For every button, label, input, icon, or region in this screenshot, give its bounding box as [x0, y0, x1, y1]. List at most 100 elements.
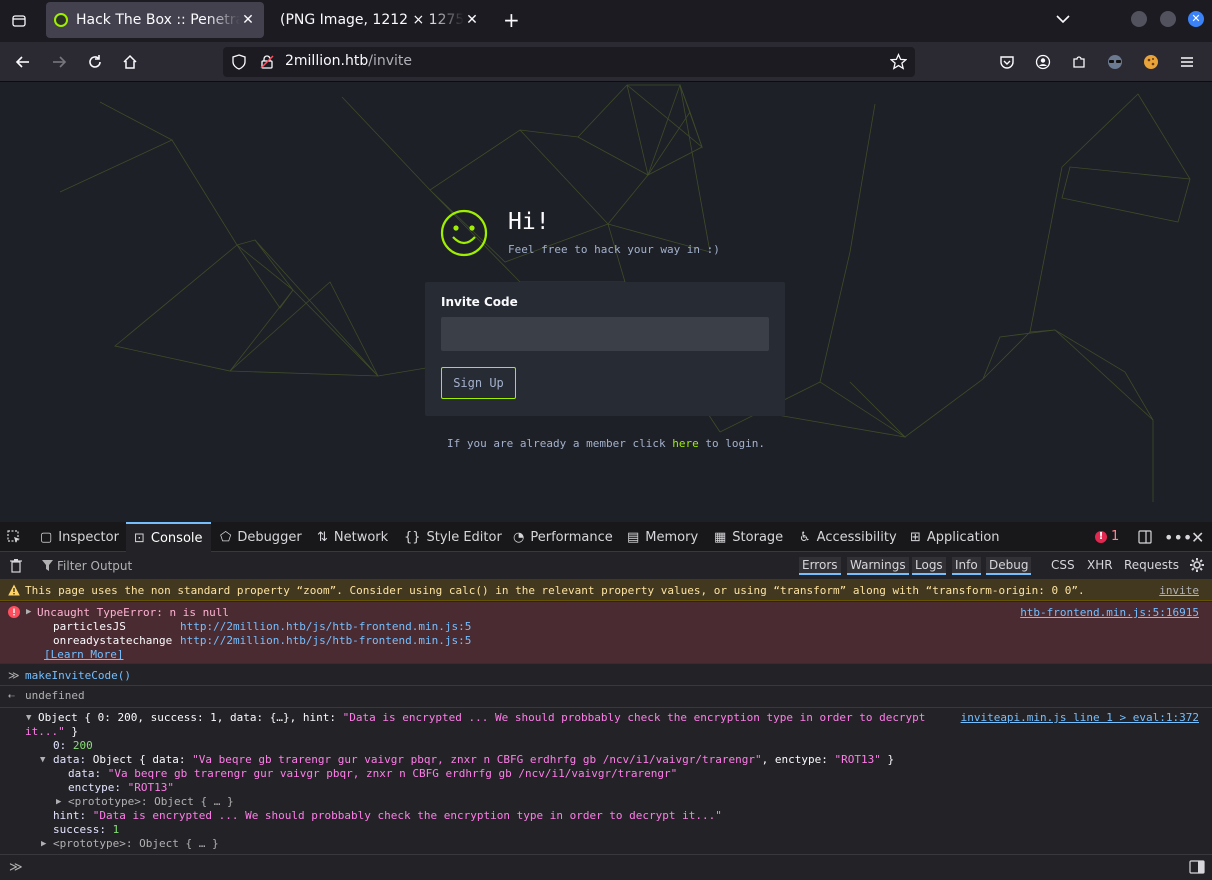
responsive-design-icon[interactable]: [1137, 522, 1153, 552]
tab-label: Storage: [732, 529, 784, 545]
collapse-triangle-icon[interactable]: ▼: [40, 755, 45, 765]
url-bar[interactable]: 2million.htb/invite: [223, 47, 915, 77]
application-icon: ⊞: [910, 529, 921, 545]
prop-enctype: enctype: "ROT13": [68, 781, 174, 794]
cookie-extension-icon[interactable]: [1139, 50, 1163, 74]
tab-console[interactable]: ⊡ Console: [126, 522, 211, 552]
collapse-triangle-icon[interactable]: ▼: [26, 713, 31, 723]
menu-icon[interactable]: [1175, 50, 1199, 74]
extensions-icon[interactable]: [1067, 50, 1091, 74]
invite-form: Invite Code Sign Up: [425, 282, 785, 416]
tab-application[interactable]: ⊞ Application: [910, 522, 1000, 552]
greeting-heading: Hi!: [508, 209, 550, 235]
performance-icon: ◔: [513, 529, 525, 545]
tab-strip: Hack The Box :: Penetration Testing Labs…: [0, 0, 1212, 42]
pocket-icon[interactable]: [995, 50, 1019, 74]
stack-frame-url[interactable]: http://2million.htb/js/htb-frontend.min.…: [180, 634, 471, 647]
filter-xhr[interactable]: XHR: [1087, 558, 1113, 572]
memory-icon: ▤: [627, 529, 640, 545]
warning-source-link[interactable]: invite: [1159, 584, 1199, 597]
console-error: ▶ Uncaught TypeError: n is null htb-fron…: [0, 602, 1212, 664]
back-icon[interactable]: [11, 50, 35, 74]
tab-performance[interactable]: ◔ Performance: [513, 522, 613, 552]
bookmark-star-icon[interactable]: [889, 53, 908, 74]
devtools-tabs: ▢ Inspector ⊡ Console ⬠ Debugger ⇅ Network {…: [0, 522, 1212, 552]
prop-prototype[interactable]: <prototype>: Object { … }: [68, 795, 234, 808]
tab-png-image[interactable]: (PNG Image, 1212 × 1275 pixels) ✕: [272, 2, 488, 38]
stack-frame-url[interactable]: http://2million.htb/js/htb-frontend.min.…: [180, 620, 471, 633]
url-text[interactable]: 2million.htb/invite: [285, 53, 412, 69]
htb-favicon-icon: [54, 13, 68, 27]
learn-more-link[interactable]: [Learn More]: [44, 648, 123, 661]
tab-label: Debugger: [237, 529, 302, 545]
sign-up-button[interactable]: Sign Up: [441, 367, 516, 399]
editor-mode-icon[interactable]: [1189, 860, 1205, 878]
gear-icon[interactable]: [1189, 557, 1205, 577]
close-devtools-icon[interactable]: ✕: [1191, 522, 1204, 552]
filter-errors[interactable]: Errors: [799, 557, 841, 575]
tab-title: (PNG Image, 1212 × 1275 pixels): [280, 12, 464, 28]
tab-hack-the-box[interactable]: Hack The Box :: Penetration Testing Labs…: [46, 2, 264, 38]
tab-memory[interactable]: ▤ Memory: [627, 522, 698, 552]
stack-frame-fn: onreadystatechange: [53, 634, 173, 647]
tab-storage[interactable]: ▦ Storage: [714, 522, 783, 552]
forward-icon[interactable]: [47, 50, 71, 74]
expand-triangle-icon[interactable]: ▶: [56, 797, 61, 807]
home-icon[interactable]: [118, 50, 142, 74]
tab-label: Console: [150, 530, 203, 546]
return-arrow-icon: ⇠: [8, 689, 15, 702]
tab-debugger[interactable]: ⬠ Debugger: [220, 522, 302, 552]
style-editor-icon: {}: [404, 529, 421, 545]
maximize-window-button[interactable]: [1160, 11, 1176, 27]
filter-icon: [42, 560, 53, 575]
chevron-down-icon[interactable]: [1054, 10, 1072, 32]
tab-inspector[interactable]: ▢ Inspector: [40, 522, 119, 552]
filter-logs[interactable]: Logs: [912, 557, 946, 575]
filter-info[interactable]: Info: [952, 557, 981, 575]
account-icon[interactable]: [1031, 50, 1055, 74]
prop-prototype[interactable]: <prototype>: Object { … }: [53, 837, 219, 850]
more-options-icon[interactable]: •••: [1164, 522, 1192, 552]
error-count: 1: [1111, 529, 1120, 544]
tagline: Feel free to hack your way in :): [508, 243, 720, 256]
filter-debug[interactable]: Debug: [986, 557, 1032, 575]
expand-triangle-icon[interactable]: ▶: [26, 607, 31, 617]
invite-code-label: Invite Code: [441, 295, 518, 309]
warning-icon: [8, 584, 20, 599]
hacker-extension-icon[interactable]: [1103, 50, 1127, 74]
warning-text: This page uses the non standard property…: [25, 584, 1085, 597]
error-source-link[interactable]: htb-frontend.min.js:5:16915: [1020, 606, 1199, 619]
login-prompt: If you are already a member click here t…: [0, 437, 1212, 450]
tab-overview-icon[interactable]: [6, 8, 32, 34]
filter-output-input[interactable]: Filter Output: [57, 559, 132, 573]
minimize-window-button[interactable]: [1131, 11, 1147, 27]
prop-zero: 0: 200: [53, 739, 93, 752]
trash-icon[interactable]: [9, 558, 23, 577]
filter-css[interactable]: CSS: [1051, 558, 1075, 572]
shield-icon[interactable]: [231, 54, 247, 74]
tab-label: Application: [926, 529, 1000, 545]
expand-triangle-icon[interactable]: ▶: [41, 839, 46, 849]
close-tab-icon[interactable]: ✕: [464, 12, 480, 28]
login-link[interactable]: here: [672, 437, 699, 450]
invite-code-input[interactable]: [441, 317, 769, 351]
error-icon: [8, 606, 20, 621]
result-source-link[interactable]: inviteapi.min.js line 1 > eval:1:372: [961, 711, 1199, 724]
tab-network[interactable]: ⇅ Network: [317, 522, 388, 552]
filter-warnings[interactable]: Warnings: [847, 557, 909, 575]
tab-style-editor[interactable]: {} Style Editor: [404, 522, 502, 552]
reload-icon[interactable]: [83, 50, 107, 74]
insecure-lock-icon[interactable]: [259, 54, 275, 74]
filter-requests[interactable]: Requests: [1124, 558, 1179, 572]
element-picker-icon[interactable]: [6, 522, 22, 552]
close-tab-icon[interactable]: ✕: [240, 12, 256, 28]
tab-accessibility[interactable]: ♿ Accessibility: [799, 522, 897, 552]
undefined-result: undefined: [25, 689, 85, 702]
close-window-button[interactable]: ✕: [1188, 11, 1204, 27]
console-input-bar[interactable]: ≫: [0, 854, 1212, 880]
object-summary[interactable]: Object { 0: 200, success: 1, data: {…}, …: [38, 711, 925, 724]
prop-data[interactable]: data: Object { data: "Va beqre gb traren…: [53, 753, 894, 766]
error-count-badge[interactable]: ! 1: [1095, 529, 1119, 544]
stack-frame-fn: particlesJS: [53, 620, 126, 633]
new-tab-icon[interactable]: +: [503, 8, 520, 32]
